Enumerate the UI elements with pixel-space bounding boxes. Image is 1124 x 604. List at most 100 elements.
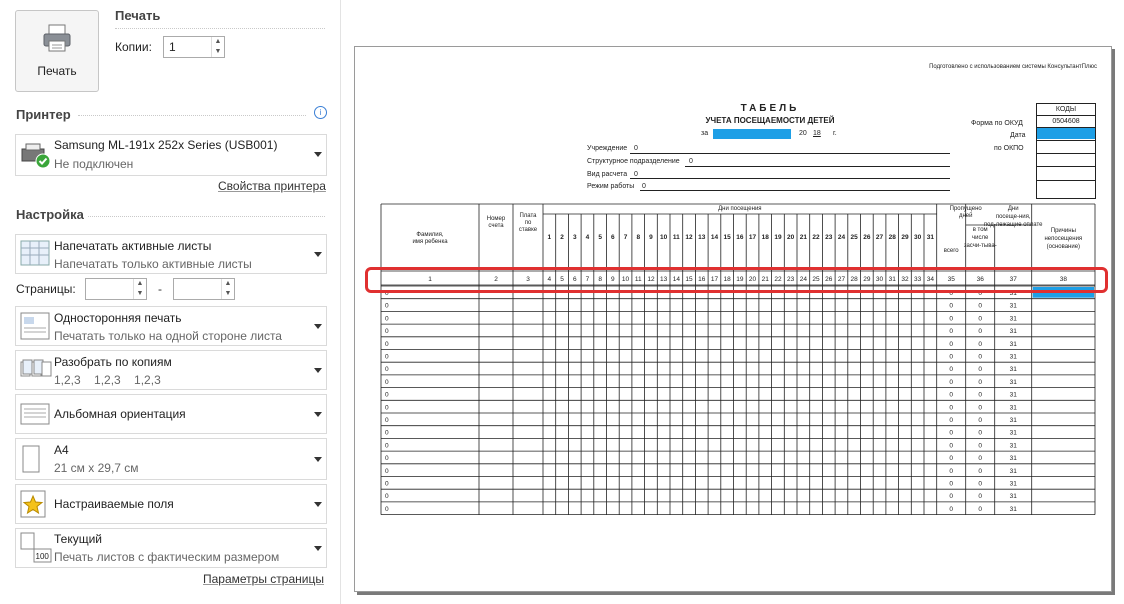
copies-label: Копии: <box>115 40 152 54</box>
header-reasons-line: непосещения <box>1044 236 1082 242</box>
paper-subtitle: 21 см x 29,7 см <box>54 461 139 475</box>
row-name-value: 0 <box>385 392 389 399</box>
row-paid-days: 31 <box>1010 442 1018 449</box>
row-missed-counted: 0 <box>978 354 982 361</box>
day-header-18: 18 <box>762 234 770 241</box>
paper-title: A4 <box>54 443 69 457</box>
row-missed-counted: 0 <box>978 417 982 424</box>
day-header-15: 15 <box>724 234 732 241</box>
day-header-27: 27 <box>876 234 884 241</box>
row-name-value: 0 <box>385 315 389 322</box>
row-paid-days: 31 <box>1010 303 1018 310</box>
row-missed-total: 0 <box>949 303 953 310</box>
row-paid-days: 31 <box>1010 506 1018 513</box>
row-missed-total: 0 <box>949 354 953 361</box>
row-missed-total: 0 <box>949 366 953 373</box>
row-name-value: 0 <box>385 366 389 373</box>
pages-to-input[interactable]: ▲ ▼ <box>173 278 235 300</box>
pages-label: Страницы: <box>16 282 76 296</box>
chevron-down-icon <box>314 546 322 551</box>
row-missed-total: 0 <box>949 430 953 437</box>
row-name-value: 0 <box>385 379 389 386</box>
print-button[interactable]: Печать <box>15 10 99 92</box>
printer-properties-link[interactable]: Свойства принтера <box>218 179 326 193</box>
row-missed-total: 0 <box>949 328 953 335</box>
day-header-16: 16 <box>736 234 744 241</box>
header-account-line1: Номер <box>487 216 506 222</box>
row-paid-days: 31 <box>1010 392 1018 399</box>
row-missed-counted: 0 <box>978 493 982 500</box>
stepper-arrows-icon[interactable]: ▲ ▼ <box>133 279 146 299</box>
row-paid-days: 31 <box>1010 430 1018 437</box>
row-missed-counted: 0 <box>978 315 982 322</box>
header-reasons-line: Причины <box>1051 228 1076 234</box>
row-paid-days: 31 <box>1010 379 1018 386</box>
collate-select[interactable]: Разобрать по копиям 1,2,3 1,2,3 1,2,3 <box>15 350 327 390</box>
margins-select[interactable]: Настраиваемые поля <box>15 484 327 524</box>
row-paid-days: 31 <box>1010 481 1018 488</box>
row-name-value: 0 <box>385 354 389 361</box>
day-header-25: 25 <box>851 234 859 241</box>
sides-select[interactable]: Односторонняя печать Печатать только на … <box>15 306 327 346</box>
row-paid-days: 31 <box>1010 468 1018 475</box>
copies-value: 1 <box>169 40 176 54</box>
print-button-label: Печать <box>37 64 77 78</box>
scaling-select[interactable]: 100 Текущий Печать листов с фактическим … <box>15 528 327 568</box>
day-header-28: 28 <box>889 234 897 241</box>
divider <box>78 115 306 116</box>
row-paid-days: 31 <box>1010 366 1018 373</box>
landscape-icon <box>20 403 50 425</box>
collate-title: Разобрать по копиям <box>54 355 172 369</box>
header-name-line1: Фамилия, <box>416 232 443 238</box>
one-sided-icon <box>20 312 50 340</box>
printer-icon <box>43 24 71 52</box>
page-setup-link[interactable]: Параметры страницы <box>203 572 324 586</box>
row-name-value: 0 <box>385 506 389 513</box>
row-name-value: 0 <box>385 404 389 411</box>
sides-subtitle: Печатать только на одной стороне листа <box>54 329 282 343</box>
row-paid-days: 31 <box>1010 328 1018 335</box>
print-what-select[interactable]: Напечатать активные листы Напечатать тол… <box>15 234 327 274</box>
header-missed-counted-line: числе <box>972 235 989 241</box>
orientation-select[interactable]: Альбомная ориентация <box>15 394 327 434</box>
stepper-arrows-icon[interactable]: ▲ ▼ <box>221 279 234 299</box>
paper-size-select[interactable]: A4 21 см x 29,7 см <box>15 438 327 480</box>
copies-stepper[interactable]: 1 ▲ ▼ <box>163 36 225 58</box>
row-missed-total: 0 <box>949 468 953 475</box>
row-name-value: 0 <box>385 341 389 348</box>
row-name-value: 0 <box>385 303 389 310</box>
settings-section-title: Настройка <box>16 207 84 222</box>
row-name-value: 0 <box>385 468 389 475</box>
printer-select[interactable]: Samsung ML-191x 252x Series (USB001) Не … <box>15 134 327 176</box>
stepper-arrows-icon[interactable]: ▲ ▼ <box>211 37 224 57</box>
pages-from-input[interactable]: ▲ ▼ <box>85 278 147 300</box>
header-missed-line1: Пропущено <box>950 206 983 212</box>
row-missed-counted: 0 <box>978 455 982 462</box>
day-header-7: 7 <box>624 234 628 241</box>
printer-ready-icon <box>21 143 51 169</box>
chevron-down-icon <box>314 457 322 462</box>
row-missed-counted: 0 <box>978 379 982 386</box>
info-icon[interactable]: i <box>314 106 327 119</box>
attendance-table: Фамилия,имя ребенка Номерсчета Платапостав… <box>380 203 1096 516</box>
chevron-down-icon <box>314 252 322 257</box>
header-paid-line: под-лежащие оплате <box>984 222 1043 228</box>
row-name-value: 0 <box>385 417 389 424</box>
row-missed-total: 0 <box>949 455 953 462</box>
day-header-2: 2 <box>560 234 564 241</box>
row-missed-counted: 0 <box>978 341 982 348</box>
header-paid-line: Дни <box>1008 206 1019 212</box>
row-paid-days: 31 <box>1010 404 1018 411</box>
day-header-24: 24 <box>838 234 846 241</box>
chevron-down-icon <box>314 324 322 329</box>
scaling-icon-text: 100 <box>36 552 50 561</box>
row-name-value: 0 <box>385 430 389 437</box>
highlight-numbering-row <box>365 267 1108 293</box>
divider <box>115 28 325 29</box>
header-fee-word: по <box>525 220 532 226</box>
scaling-title: Текущий <box>54 532 102 546</box>
day-header-11: 11 <box>673 234 680 241</box>
row-name-value: 0 <box>385 493 389 500</box>
margins-star-icon <box>20 490 46 518</box>
pages-dash: - <box>158 282 162 296</box>
